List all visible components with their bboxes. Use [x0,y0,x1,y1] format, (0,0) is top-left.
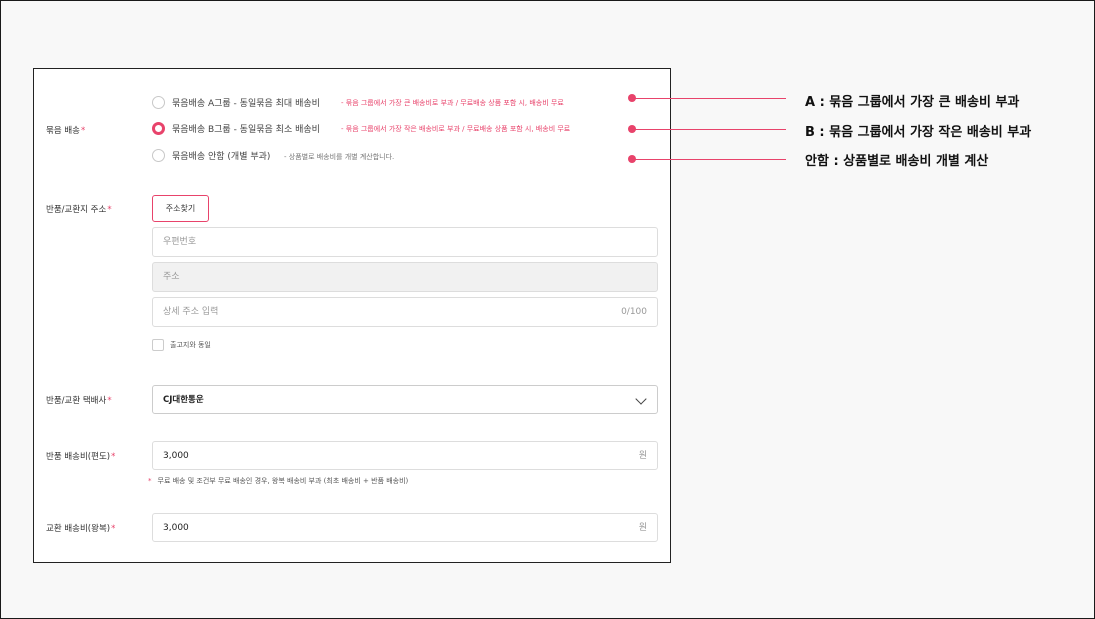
bundle-option-none-label[interactable]: 묶음배송 안함 (개별 부과) [172,149,270,162]
bundle-option-b-label[interactable]: 묶음배송 B그룹 - 동일묶음 최소 배송비 [172,122,320,135]
callout-b-text: B : 묶음 그룹에서 가장 작은 배송비 부과 [805,125,1032,140]
find-address-button[interactable]: 주소찾기 [152,195,209,222]
bundle-shipping-label: 묶음 배송* [46,126,86,136]
return-address-label: 반품/교환지 주소* [46,205,112,215]
bundle-option-a-label[interactable]: 묶음배송 A그룹 - 동일묶음 최대 배송비 [172,96,320,109]
callout-a-line [632,98,786,99]
required-mark: * [107,396,112,406]
required-mark: * [80,126,86,136]
required-mark: * [111,524,116,534]
bundle-option-a-radio[interactable] [152,96,165,109]
bundle-option-none-radio[interactable] [152,149,165,162]
return-fee-label: 반품 배송비(편도)* [46,452,116,462]
bundle-option-b-note: - 묶음 그룹에서 가장 작은 배송비로 부과 / 무료배송 상품 포함 시, … [341,125,571,133]
bundle-option-none-note: - 상품별로 배송비를 개별 계산합니다. [284,153,395,161]
bundle-option-b-radio[interactable] [152,122,165,135]
same-as-warehouse-checkbox[interactable] [152,339,164,351]
return-fee-unit: 원 [638,451,647,461]
callout-b-line [632,129,786,130]
exchange-fee-value: 3,000 [163,523,189,533]
zip-code-input[interactable]: 우편번호 [152,227,658,257]
exchange-fee-unit: 원 [638,523,647,533]
courier-selected-value: CJ대한통운 [163,395,204,405]
detail-address-input[interactable]: 상세 주소 입력 0/100 [152,297,658,327]
return-fee-value: 3,000 [163,451,189,461]
hint-bullet: * [148,477,152,485]
address-placeholder: 주소 [163,272,180,282]
same-as-warehouse-label[interactable]: 출고지와 동일 [170,340,211,350]
address-input: 주소 [152,262,658,292]
return-fee-hint: * 무료 배송 및 조건부 무료 배송인 경우, 왕복 배송비 부과 (최초 배송… [148,477,409,485]
zip-code-placeholder: 우편번호 [163,237,197,247]
bundle-option-a-note: - 묶음 그룹에서 가장 큰 배송비로 부과 / 무료배송 상품 포함 시, 배… [341,99,564,107]
required-mark: * [111,452,116,462]
callout-none-line [632,159,786,160]
courier-select[interactable]: CJ대한통운 [152,385,658,414]
chevron-down-icon [635,393,647,405]
detail-address-counter: 0/100 [621,307,647,317]
exchange-fee-label: 교환 배송비(왕복)* [46,524,116,534]
callout-a-text: A : 묶음 그룹에서 가장 큰 배송비 부과 [805,95,1020,110]
callout-none-text: 안함 : 상품별로 배송비 개별 계산 [805,154,989,169]
detail-address-placeholder: 상세 주소 입력 [163,307,219,317]
shipping-settings-panel: 묶음 배송* 묶음배송 A그룹 - 동일묶음 최대 배송비 - 묶음 그룹에서 … [33,68,671,563]
required-mark: * [107,205,112,215]
return-fee-input[interactable]: 3,000 원 [152,441,658,470]
return-courier-label: 반품/교환 택배사* [46,396,112,406]
exchange-fee-input[interactable]: 3,000 원 [152,513,658,542]
